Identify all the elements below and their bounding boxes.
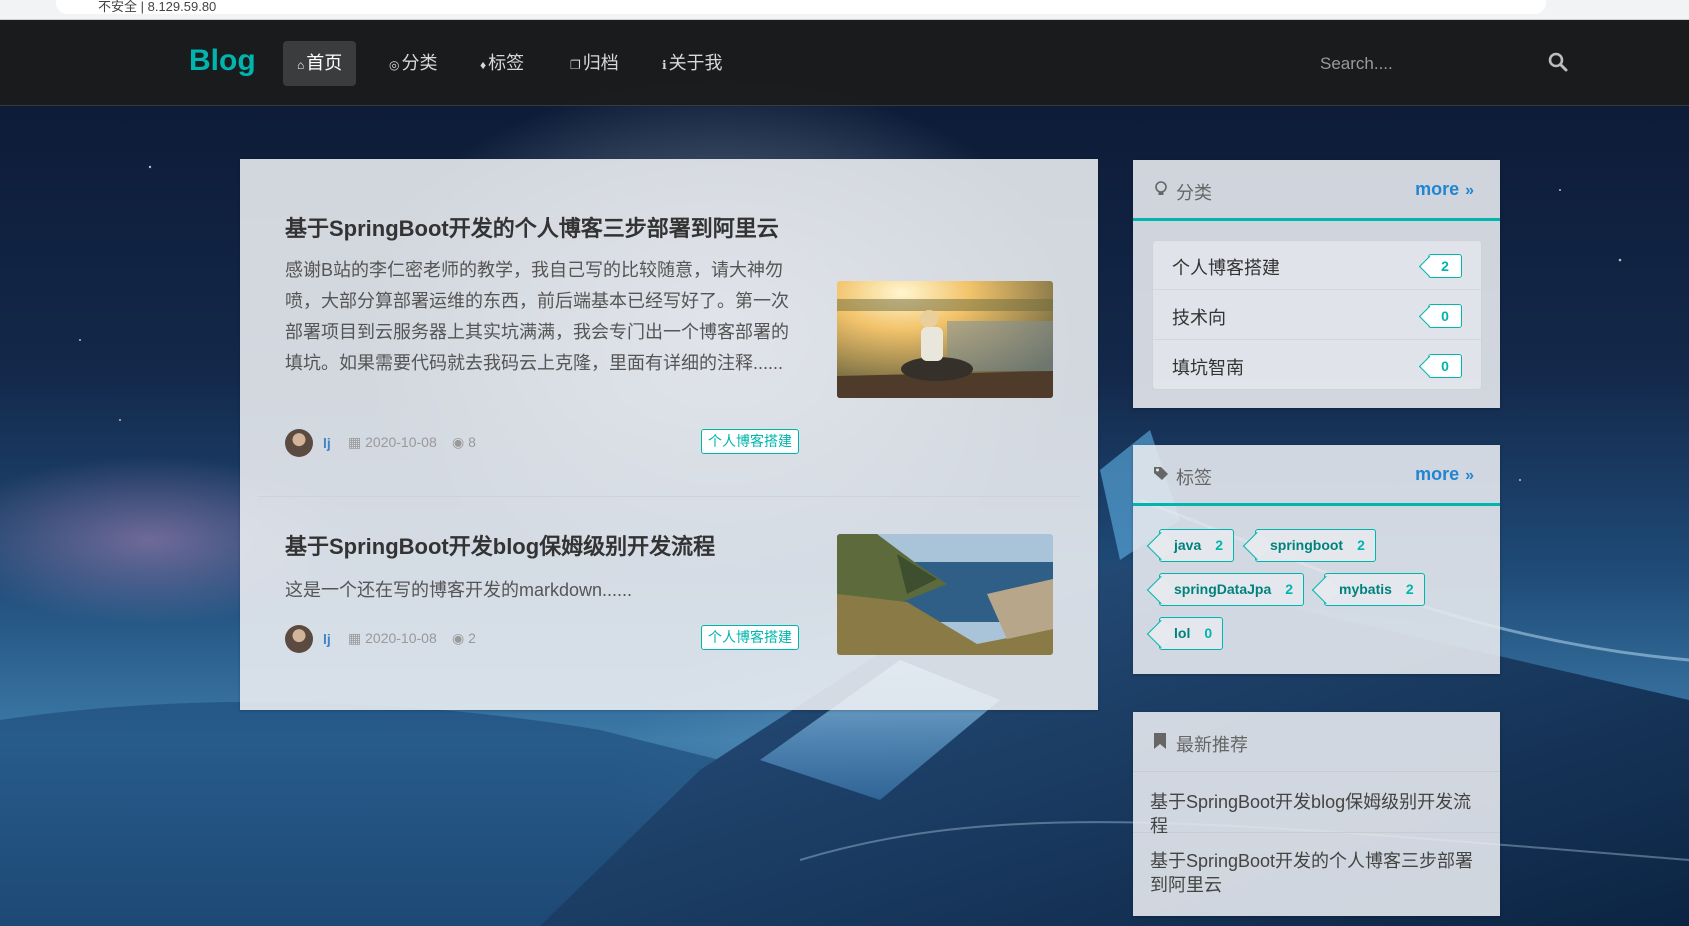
recommend-item[interactable]: 基于SpringBoot开发的个人博客三步部署到阿里云 bbox=[1133, 833, 1500, 916]
search-box[interactable]: Search.... bbox=[1320, 50, 1570, 78]
categories-card: 分类 more» 个人博客搭建 2 技术向 0 填坑智南 0 bbox=[1133, 160, 1500, 408]
category-name: 填坑智南 bbox=[1172, 358, 1244, 378]
category-count-badge: 0 bbox=[1428, 354, 1462, 378]
woman-by-lake-photo bbox=[837, 281, 1053, 398]
recommend-card-title: 最新推荐 bbox=[1176, 735, 1248, 755]
post-category-label[interactable]: 个人博客搭建 bbox=[701, 625, 799, 650]
category-count-badge: 0 bbox=[1428, 304, 1462, 328]
post-thumbnail[interactable] bbox=[837, 281, 1053, 398]
address-bar-text: 不安全 | 8.129.59.80 bbox=[98, 0, 217, 14]
double-chevron-right-icon: » bbox=[1465, 182, 1474, 199]
search-input[interactable]: Search.... bbox=[1320, 54, 1393, 74]
clone-icon: ❐ bbox=[570, 58, 581, 72]
lightbulb-icon: ◎ bbox=[389, 58, 400, 72]
tags-icon bbox=[1154, 467, 1168, 480]
tags-card: 标签 more» java 2 springboot 2 springDataJpa… bbox=[1133, 445, 1500, 674]
post-date: ▦ 2020-10-08 bbox=[348, 434, 437, 450]
tag-item[interactable]: lol 0 bbox=[1159, 617, 1224, 650]
avatar bbox=[285, 625, 313, 653]
post-author[interactable]: lj bbox=[323, 435, 331, 451]
nav-item-home[interactable]: ⌂ 首页 bbox=[283, 41, 357, 86]
categories-card-title: 分类 bbox=[1176, 183, 1212, 203]
address-bar[interactable]: 不安全 | 8.129.59.80 bbox=[56, 0, 1546, 14]
nav-item-tags[interactable]: ♦ 标签 bbox=[466, 41, 538, 86]
categories-more-link[interactable]: more» bbox=[1415, 179, 1474, 200]
nav-item-about[interactable]: ℹ 关于我 bbox=[648, 41, 737, 86]
post-meta: lj ▦ 2020-10-08 ◉ 8 个人博客搭建 bbox=[285, 429, 805, 459]
search-icon[interactable] bbox=[1546, 50, 1570, 74]
post-author[interactable]: lj bbox=[323, 631, 331, 647]
tags-more-link[interactable]: more» bbox=[1415, 464, 1474, 485]
eye-icon: ◉ bbox=[452, 630, 469, 646]
tag-item[interactable]: springDataJpa 2 bbox=[1159, 573, 1305, 606]
tag-item[interactable]: mybatis 2 bbox=[1324, 573, 1425, 606]
double-chevron-right-icon: » bbox=[1465, 467, 1474, 484]
post-excerpt: 感谢B站的李仁密老师的教学，我自己写的比较随意，请大神勿喷，大部分算部署运维的东… bbox=[285, 260, 789, 373]
post-title[interactable]: 基于SpringBoot开发blog保姆级别开发流程 bbox=[285, 529, 715, 561]
avatar bbox=[285, 429, 313, 457]
post-date: ▦ 2020-10-08 bbox=[348, 630, 437, 646]
tag-item[interactable]: java 2 bbox=[1159, 529, 1235, 562]
category-name: 个人博客搭建 bbox=[1172, 258, 1280, 278]
recommend-card-header: 最新推荐 bbox=[1133, 712, 1500, 772]
post-category-label[interactable]: 个人博客搭建 bbox=[701, 429, 799, 454]
calendar-icon: ▦ bbox=[348, 630, 366, 646]
tags-card-title: 标签 bbox=[1176, 468, 1212, 488]
post-excerpt: 这是一个还在写的博客开发的markdown...... bbox=[285, 580, 633, 600]
post-item: 基于SpringBoot开发blog保姆级别开发流程 这是一个还在写的博客开发的… bbox=[240, 497, 1098, 710]
categories-card-header: 分类 more» bbox=[1133, 160, 1500, 221]
post-views: ◉ 8 bbox=[452, 434, 476, 450]
tags-icon: ♦ bbox=[480, 58, 487, 72]
tags-card-header: 标签 more» bbox=[1133, 445, 1500, 506]
category-list: 个人博客搭建 2 技术向 0 填坑智南 0 bbox=[1152, 240, 1482, 390]
coastal-cliff-photo bbox=[837, 534, 1053, 655]
bookmark-icon bbox=[1154, 733, 1166, 749]
calendar-icon: ▦ bbox=[348, 434, 366, 450]
recommend-item[interactable]: 基于SpringBoot开发blog保姆级别开发流程 bbox=[1133, 772, 1500, 836]
post-thumbnail[interactable] bbox=[837, 534, 1053, 655]
top-navbar: Blog ⌂ 首页 ◎ 分类 ♦ 标签 ❐ 归档 ℹ 关于我 Search.... bbox=[0, 20, 1689, 106]
lightbulb-icon bbox=[1155, 181, 1167, 195]
brand-logo[interactable]: Blog bbox=[189, 44, 256, 78]
nav-item-categories[interactable]: ◎ 分类 bbox=[375, 41, 451, 86]
info-icon: ℹ bbox=[662, 58, 667, 72]
category-count-badge: 2 bbox=[1428, 254, 1462, 278]
post-item: 基于SpringBoot开发的个人博客三步部署到阿里云 感谢B站的李仁密老师的教… bbox=[240, 159, 1098, 496]
category-item[interactable]: 技术向 0 bbox=[1153, 291, 1481, 340]
recommend-card: 最新推荐 基于SpringBoot开发blog保姆级别开发流程 基于Spring… bbox=[1133, 712, 1500, 916]
tag-item[interactable]: springboot 2 bbox=[1255, 529, 1376, 562]
category-item[interactable]: 填坑智南 0 bbox=[1153, 341, 1481, 390]
nav-item-archive[interactable]: ❐ 归档 bbox=[556, 41, 633, 86]
browser-toolbar: 不安全 | 8.129.59.80 bbox=[0, 0, 1689, 20]
post-views: ◉ 2 bbox=[452, 630, 476, 646]
post-title[interactable]: 基于SpringBoot开发的个人博客三步部署到阿里云 bbox=[285, 211, 779, 243]
category-item[interactable]: 个人博客搭建 2 bbox=[1153, 241, 1481, 290]
eye-icon: ◉ bbox=[452, 434, 469, 450]
home-icon: ⌂ bbox=[297, 58, 305, 72]
post-meta: lj ▦ 2020-10-08 ◉ 2 个人博客搭建 bbox=[285, 625, 805, 655]
category-name: 技术向 bbox=[1172, 308, 1226, 328]
post-list-panel: 基于SpringBoot开发的个人博客三步部署到阿里云 感谢B站的李仁密老师的教… bbox=[240, 159, 1098, 710]
